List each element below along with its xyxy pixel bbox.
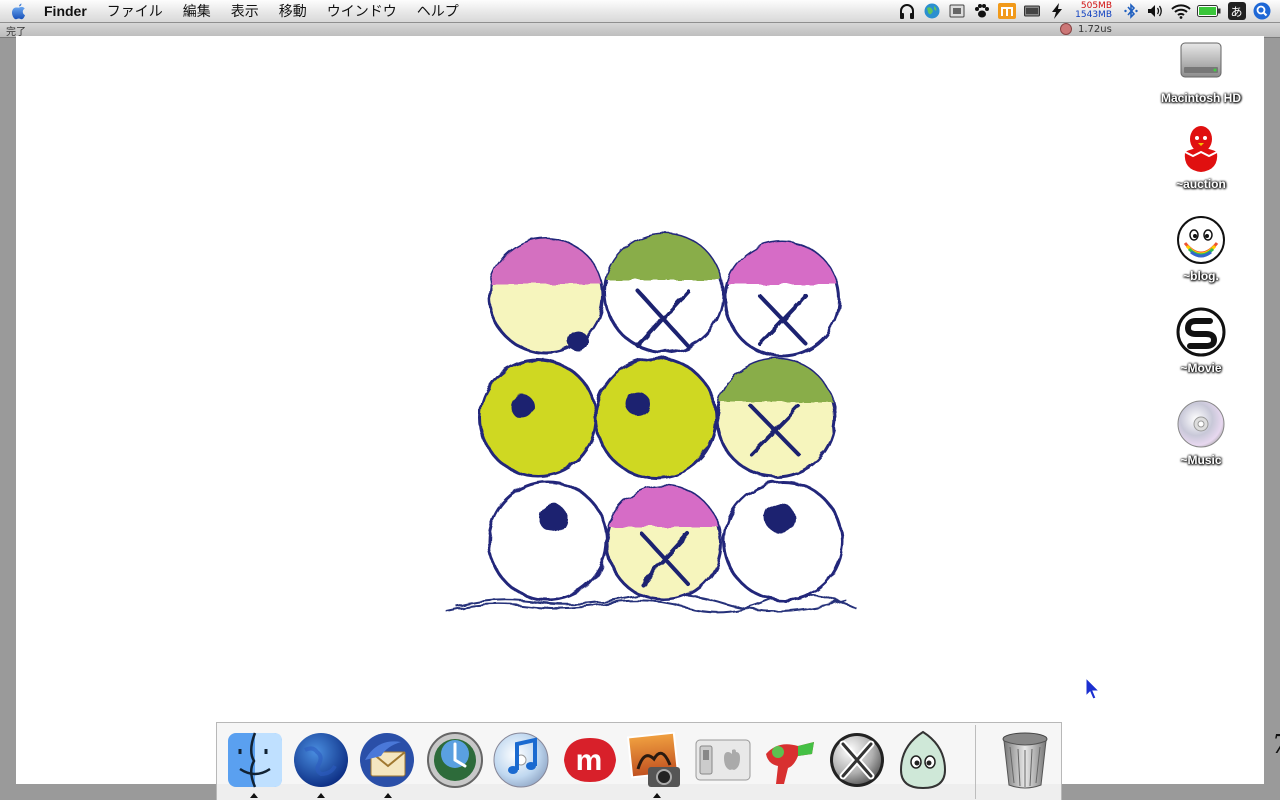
dock-item-system-preferences[interactable] [691,727,755,793]
headphones-icon[interactable] [897,3,917,19]
volume-icon[interactable] [1146,3,1166,19]
menu-view[interactable]: 表示 [221,1,269,21]
menu-file[interactable]: ファイル [97,1,173,21]
time-machine-icon [427,732,483,788]
iphoto-icon [626,731,680,787]
dock-item-iphoto[interactable] [623,727,687,793]
dock: m [216,722,1062,800]
smiley-icon [1175,214,1227,266]
desktop-icon-auction[interactable]: ~auction [1156,122,1246,191]
desktop-icon-label: ~Music [1180,453,1222,467]
running-indicator [317,793,325,798]
desktop-wallpaper-artwork [445,232,857,614]
bars-icon[interactable] [997,3,1017,19]
itunes-icon [493,732,549,788]
status-indicator-icon [1060,23,1072,35]
dock-separator [975,725,976,799]
mouse-cursor-icon [1085,677,1101,700]
dock-item-thunderbird[interactable] [355,727,419,793]
trash-icon [1002,732,1048,789]
firefox-icon [294,733,348,787]
menu-window[interactable]: ウインドウ [317,1,407,21]
bluetooth-icon[interactable] [1121,3,1141,19]
hard-drive-icon [1175,36,1227,88]
dock-item-firefox[interactable] [289,727,353,793]
desktop-icon-movie[interactable]: ~Movie [1156,306,1246,375]
spotlight-icon[interactable] [1252,2,1272,20]
input-method-label: あ [1227,2,1246,20]
menu-bar: Finder ファイル 編集 表示 移動 ウインドウ ヘルプ 505MB 154… [0,0,1280,23]
dock-item-time-machine[interactable] [423,727,487,793]
dock-item-finder[interactable] [223,727,287,793]
running-indicator [653,793,661,798]
menu-help[interactable]: ヘルプ [407,1,469,21]
desktop[interactable]: Macintosh HD ~auction ~blog. ~Movie ~Mus… [16,36,1264,784]
desktop-icon-music[interactable]: ~Music [1156,398,1246,467]
background-window-indicators: 1.72us [1060,23,1112,35]
x11-icon [830,733,884,787]
red-bird-icon [1175,122,1227,174]
switch-icon [695,739,751,781]
menu-app-finder[interactable]: Finder [36,3,97,19]
battery-icon[interactable] [1196,3,1222,19]
dock-item-itunes[interactable] [489,727,553,793]
load-time: 1.72us [1078,23,1112,35]
dock-item-x11[interactable] [825,727,889,793]
cd-icon [1175,398,1227,450]
finder-icon [228,732,282,788]
apple-icon[interactable] [0,3,36,20]
miro-icon: m [564,738,616,782]
bolt-icon[interactable] [1047,3,1067,19]
dock-item-trash[interactable] [993,727,1057,793]
desktop-icon-label: Macintosh HD [1160,91,1241,105]
desktop-icon-macintosh-hd[interactable]: Macintosh HD [1156,36,1246,105]
running-indicator [250,793,258,798]
dock-item-adium[interactable] [891,727,955,793]
s-logo-icon [1175,306,1227,358]
menu-go[interactable]: 移動 [269,1,317,21]
desktop-icon-label: ~blog. [1183,269,1219,283]
offscreen-glyph: 7 [1272,730,1280,760]
menu-edit[interactable]: 編集 [173,1,221,21]
thunderbird-icon [360,733,414,787]
dock-item-raygun[interactable] [757,727,821,793]
adium-icon [899,730,947,790]
memory-meter[interactable]: 505MB 1543MB [1075,2,1112,20]
desktop-icon-label: ~Movie [1180,361,1222,375]
desktop-icon-blog[interactable]: ~blog. [1156,214,1246,283]
display-icon[interactable] [947,3,967,19]
memory-total: 1543MB [1075,10,1112,20]
globe-icon[interactable] [922,3,942,19]
wifi-icon[interactable] [1170,3,1191,19]
menu-extras: 505MB 1543MB あ [894,0,1280,22]
raygun-icon [766,742,814,784]
battery-meter-icon[interactable] [1022,3,1042,19]
dock-item-miro[interactable]: m [557,727,621,793]
input-method-menu[interactable]: あ [1227,2,1247,20]
desktop-icon-label: ~auction [1176,177,1226,191]
running-indicator [384,793,392,798]
svg-text:m: m [576,744,603,777]
paw-icon[interactable] [972,3,992,19]
